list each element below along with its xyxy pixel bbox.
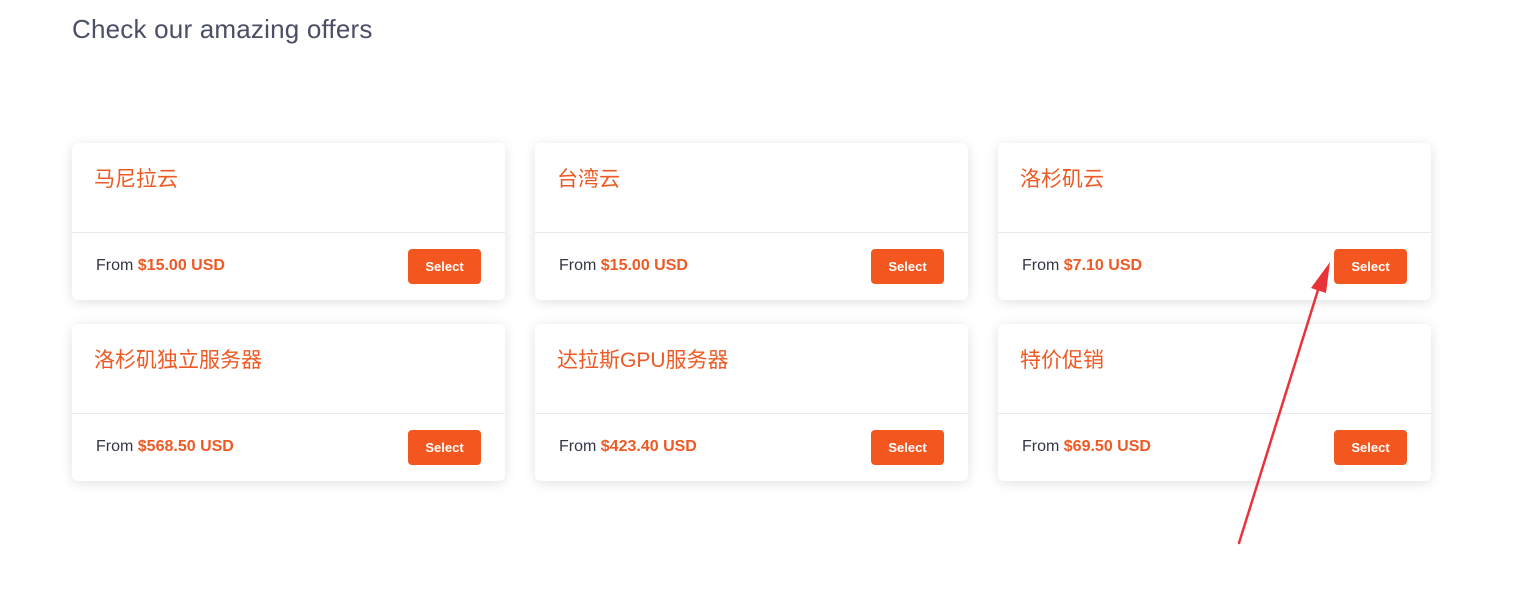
price-amount: $69.50 USD	[1063, 438, 1151, 455]
card-divider	[535, 413, 968, 414]
price-prefix: From	[96, 438, 134, 455]
red-arrow-icon	[1237, 262, 1330, 545]
offer-card-los-angeles-cloud: 洛杉矶云 From $7.10 USD Select	[998, 143, 1431, 300]
offer-card-manila-cloud: 马尼拉云 From $15.00 USD Select	[72, 143, 505, 300]
select-button[interactable]: Select	[408, 249, 481, 284]
price-amount: $7.10 USD	[1063, 257, 1143, 274]
price-amount: $15.00 USD	[600, 257, 688, 274]
offer-price-line: From $15.00 USD	[96, 257, 225, 275]
select-button[interactable]: Select	[1334, 249, 1407, 284]
price-prefix: From	[559, 438, 597, 455]
offer-price-line: From $7.10 USD	[1022, 257, 1142, 275]
select-button[interactable]: Select	[408, 430, 481, 465]
offer-price-line: From $568.50 USD	[96, 438, 234, 456]
offer-card-special-promotion: 特价促销 From $69.50 USD Select	[998, 324, 1431, 481]
card-divider	[72, 413, 505, 414]
offer-card-taiwan-cloud: 台湾云 From $15.00 USD Select	[535, 143, 968, 300]
offer-name[interactable]: 洛杉矶独立服务器	[94, 344, 262, 374]
select-button[interactable]: Select	[871, 430, 944, 465]
card-divider	[535, 232, 968, 233]
price-amount: $15.00 USD	[137, 257, 225, 274]
price-prefix: From	[559, 257, 597, 274]
card-divider	[72, 232, 505, 233]
offer-name[interactable]: 特价促销	[1020, 344, 1104, 374]
select-button[interactable]: Select	[871, 249, 944, 284]
card-divider	[998, 232, 1431, 233]
offer-name[interactable]: 马尼拉云	[94, 163, 178, 193]
price-prefix: From	[1022, 257, 1060, 274]
price-prefix: From	[96, 257, 134, 274]
price-prefix: From	[1022, 438, 1060, 455]
select-button[interactable]: Select	[1334, 430, 1407, 465]
offer-price-line: From $69.50 USD	[1022, 438, 1151, 456]
card-divider	[998, 413, 1431, 414]
offer-card-los-angeles-dedicated-server: 洛杉矶独立服务器 From $568.50 USD Select	[72, 324, 505, 481]
offer-price-line: From $423.40 USD	[559, 438, 697, 456]
page-title: Check our amazing offers	[72, 14, 373, 44]
offer-card-dallas-gpu-server: 达拉斯GPU服务器 From $423.40 USD Select	[535, 324, 968, 481]
offer-price-line: From $15.00 USD	[559, 257, 688, 275]
offer-name[interactable]: 洛杉矶云	[1020, 163, 1104, 193]
price-amount: $568.50 USD	[137, 438, 234, 455]
offer-name[interactable]: 台湾云	[557, 163, 620, 193]
offer-name[interactable]: 达拉斯GPU服务器	[557, 344, 729, 374]
price-amount: $423.40 USD	[600, 438, 697, 455]
